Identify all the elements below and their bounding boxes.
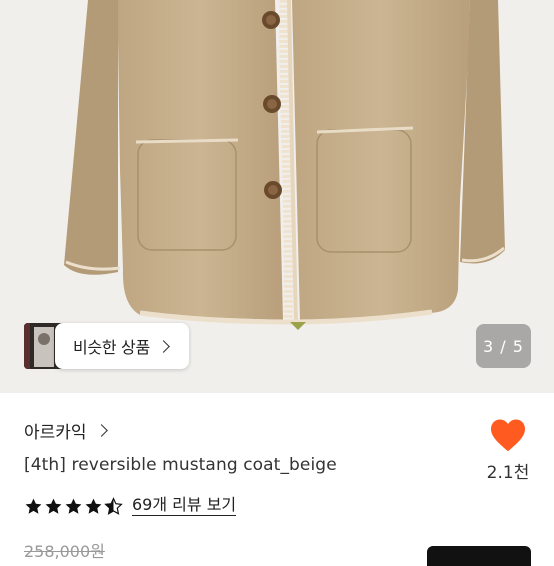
original-price: 258,000원	[24, 542, 105, 561]
product-title: [4th] reversible mustang coat_beige	[24, 455, 337, 475]
similar-products-button[interactable]: 비슷한 상품	[55, 323, 189, 369]
image-counter: 3 / 5	[476, 324, 531, 368]
like-button[interactable]: 2.1천	[484, 418, 532, 483]
brand-link[interactable]: 아르카익	[24, 418, 108, 443]
star-half-icon	[104, 496, 123, 515]
similar-products-label: 비슷한 상품	[73, 338, 150, 357]
chevron-right-icon	[157, 339, 170, 353]
star-full-icon	[65, 498, 82, 514]
rating-row: 69개 리뷰 보기	[24, 496, 237, 516]
reviews-link[interactable]: 69개 리뷰 보기	[132, 496, 237, 516]
purchase-button[interactable]	[427, 546, 531, 566]
star-rating	[24, 496, 123, 516]
like-count: 2.1천	[486, 463, 530, 483]
heart-icon	[491, 419, 525, 452]
star-full-icon	[85, 498, 102, 514]
star-full-icon	[25, 498, 42, 514]
star-full-icon	[45, 498, 62, 514]
brand-name: 아르카익	[24, 423, 87, 443]
chevron-right-icon	[94, 424, 108, 437]
